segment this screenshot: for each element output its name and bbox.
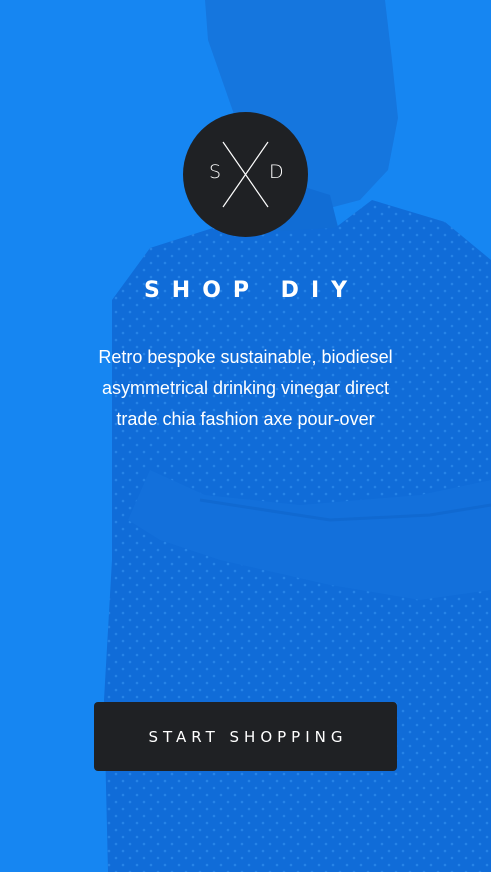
start-shopping-button[interactable]: START SHOPPING: [94, 702, 397, 771]
tagline-line: Retro bespoke sustainable, biodiesel: [98, 347, 393, 367]
tagline: Retro bespoke sustainable, biodiesel asy…: [70, 342, 421, 435]
crossed-lines-icon: [222, 141, 269, 208]
brand-title: SHOP DIY: [143, 278, 360, 303]
logo-letter-left: S: [209, 161, 222, 183]
logo-badge: S D: [183, 112, 308, 237]
tagline-line: trade chia fashion axe pour-over: [116, 409, 375, 429]
tagline-line: asymmetrical drinking vinegar direct: [101, 378, 390, 398]
splash-screen: S D SHOP DIY Retro bespoke sustainable, …: [0, 0, 491, 872]
logo-letter-right: D: [269, 161, 284, 183]
